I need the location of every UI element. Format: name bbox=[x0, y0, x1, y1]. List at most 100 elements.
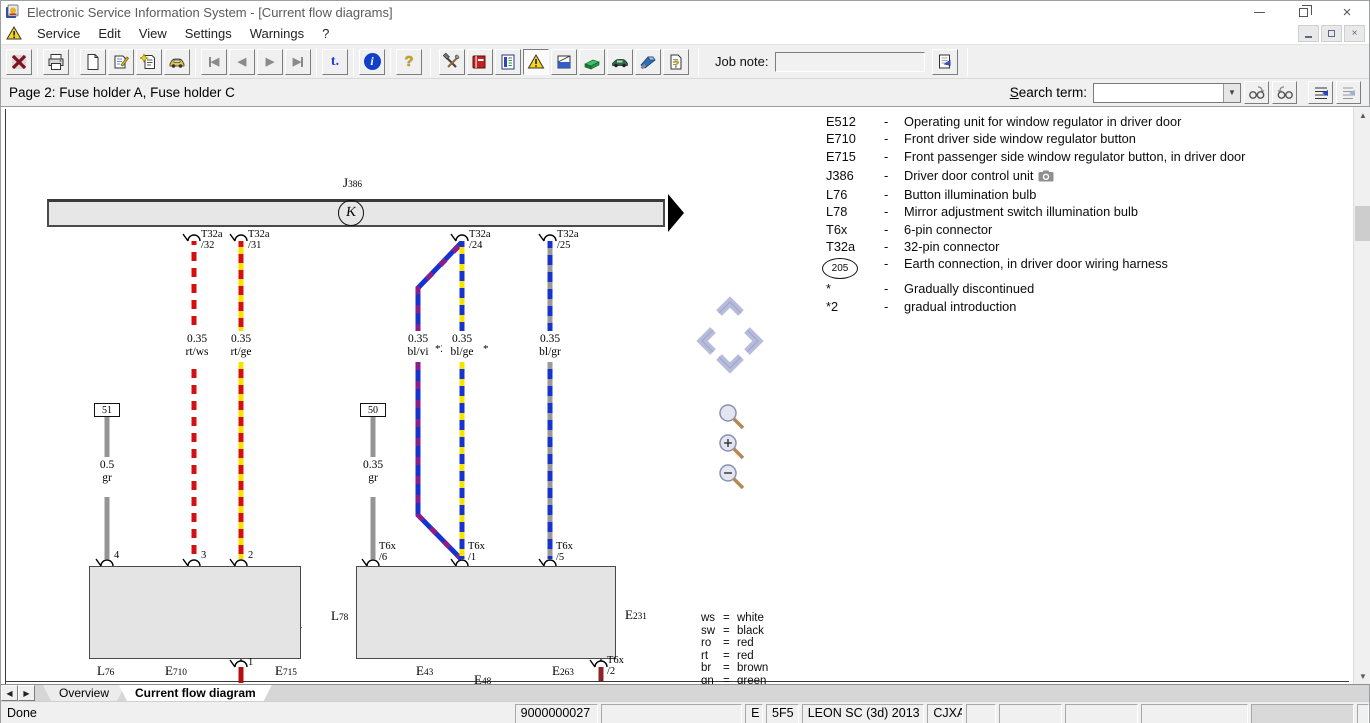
pin-label: T6x/5 bbox=[556, 541, 573, 563]
info-icon: i bbox=[364, 53, 381, 70]
previous-page-button[interactable]: ◀ bbox=[229, 49, 255, 75]
wire-note: * bbox=[483, 343, 489, 355]
app-icon bbox=[5, 4, 21, 20]
toolbar-separator bbox=[430, 48, 431, 76]
next-page-button[interactable]: ▶ bbox=[257, 49, 283, 75]
chevron-down-icon: ▼ bbox=[1228, 88, 1236, 97]
terms-button[interactable]: t. bbox=[322, 49, 348, 75]
search-previous-button[interactable] bbox=[1272, 81, 1297, 104]
repair-tools-button[interactable] bbox=[439, 49, 465, 75]
pin-number: 3 bbox=[201, 550, 206, 561]
mdi-restore-button[interactable] bbox=[1321, 25, 1342, 42]
scroll-down-button[interactable]: ▼ bbox=[1354, 668, 1370, 684]
help-icon: ? bbox=[404, 53, 413, 70]
wire-label: 0.35bl/gr bbox=[530, 333, 570, 358]
svg-text:?: ? bbox=[673, 59, 679, 70]
goto-next-hit-button[interactable] bbox=[1336, 81, 1361, 104]
query-document-button[interactable]: ? bbox=[663, 49, 689, 75]
goto-hitlist-button[interactable] bbox=[1308, 81, 1333, 104]
manual-button[interactable] bbox=[467, 49, 493, 75]
menu-service[interactable]: Service bbox=[28, 24, 89, 43]
scroll-up-icon: ▲ bbox=[1359, 111, 1367, 120]
tab-scroll-right-button[interactable]: ▶ bbox=[18, 685, 35, 701]
status-field bbox=[601, 704, 742, 723]
scroll-down-icon: ▼ bbox=[1359, 672, 1367, 681]
green-book-icon bbox=[583, 53, 601, 71]
close-button[interactable]: × bbox=[1325, 1, 1369, 23]
toolbar-separator bbox=[967, 48, 968, 76]
exit-button[interactable] bbox=[6, 49, 32, 75]
status-message: Done bbox=[1, 704, 512, 723]
component-box-door-switches bbox=[89, 566, 301, 659]
current-flow-diagrams-button[interactable] bbox=[523, 49, 549, 75]
document-warning-icon bbox=[6, 26, 22, 41]
wire-label: 0.35gr bbox=[353, 459, 393, 484]
vehicle-button[interactable] bbox=[164, 49, 190, 75]
document-list-button[interactable] bbox=[495, 49, 521, 75]
tab-overview[interactable]: Overview bbox=[43, 685, 125, 701]
first-page-icon: ◀ bbox=[209, 55, 219, 68]
menu-settings[interactable]: Settings bbox=[176, 24, 241, 43]
status-field bbox=[1251, 704, 1354, 723]
search-term-input[interactable] bbox=[1094, 84, 1223, 102]
component-label-e48: E48 bbox=[474, 672, 491, 684]
tab-bar: ◀ ▶ Overview Current flow diagram bbox=[1, 684, 1369, 701]
restore-button[interactable] bbox=[1281, 1, 1325, 23]
job-note-edit-button[interactable] bbox=[932, 49, 958, 75]
new-document-button[interactable] bbox=[80, 49, 106, 75]
toolbar-separator bbox=[390, 48, 391, 76]
scrollbar-thumb[interactable] bbox=[1355, 206, 1370, 241]
first-page-button[interactable]: ◀ bbox=[201, 49, 227, 75]
search-term-combobox[interactable]: ▼ bbox=[1093, 83, 1241, 103]
scroll-up-button[interactable]: ▲ bbox=[1354, 107, 1370, 123]
legend-row: E710-Front driver side window regulator … bbox=[826, 131, 1271, 148]
new-note-button[interactable] bbox=[136, 49, 162, 75]
vertical-scrollbar[interactable]: ▲ ▼ bbox=[1353, 107, 1370, 684]
menu-edit[interactable]: Edit bbox=[89, 24, 129, 43]
diagram-canvas[interactable]: J386 K bbox=[1, 107, 1349, 684]
vehicle-icon bbox=[168, 53, 186, 71]
binoculars-down-icon bbox=[1248, 85, 1266, 101]
menu-help[interactable]: ? bbox=[313, 24, 338, 43]
print-button[interactable] bbox=[43, 49, 69, 75]
minimize-button[interactable] bbox=[1237, 1, 1281, 23]
help-button[interactable]: ? bbox=[396, 49, 422, 75]
mdi-close-button[interactable]: × bbox=[1344, 25, 1365, 42]
edit-document-button[interactable] bbox=[108, 49, 134, 75]
pin-label: T6x/6 bbox=[379, 541, 396, 563]
camera-icon[interactable] bbox=[1038, 170, 1054, 185]
terminal-51-box: 51 bbox=[94, 403, 120, 417]
info-button[interactable]: i bbox=[359, 49, 385, 75]
legend-row: *-Gradually discontinued bbox=[826, 281, 1271, 298]
job-note-input[interactable] bbox=[775, 52, 925, 72]
status-field bbox=[1065, 704, 1138, 723]
legend-row: T32a-32-pin connector bbox=[826, 239, 1271, 256]
info-bar: Page 2: Fuse holder A, Fuse holder C Sea… bbox=[1, 79, 1369, 107]
menu-warnings[interactable]: Warnings bbox=[241, 24, 313, 43]
menu-view[interactable]: View bbox=[130, 24, 176, 43]
status-engine-code: E bbox=[745, 704, 763, 723]
wire-label: 0.35rt/ws bbox=[177, 333, 217, 358]
legend-row: 205-Earth connection, in driver door wir… bbox=[826, 256, 1271, 281]
next-page-icon: ▶ bbox=[266, 55, 274, 68]
binoculars-up-icon bbox=[1276, 85, 1294, 101]
body-repair-button[interactable] bbox=[635, 49, 661, 75]
tab-scroll-left-button[interactable]: ◀ bbox=[1, 685, 18, 701]
component-label-l76: L76 bbox=[97, 663, 114, 679]
mdi-restore-icon bbox=[1328, 30, 1335, 37]
print-icon bbox=[47, 53, 65, 71]
combo-dropdown-button[interactable]: ▼ bbox=[1223, 84, 1240, 102]
tab-prev-icon: ◀ bbox=[6, 689, 12, 698]
legend-row: L76-Button illumination bulb bbox=[826, 187, 1271, 204]
last-page-button[interactable]: ▶ bbox=[285, 49, 311, 75]
legend-row: E512-Operating unit for window regulator… bbox=[826, 114, 1271, 131]
vehicle-data-button[interactable] bbox=[607, 49, 633, 75]
maintenance-button[interactable] bbox=[579, 49, 605, 75]
component-locations-button[interactable] bbox=[551, 49, 577, 75]
search-next-button[interactable] bbox=[1244, 81, 1269, 104]
tab-current-flow-diagram[interactable]: Current flow diagram bbox=[119, 685, 272, 701]
last-page-icon: ▶ bbox=[293, 55, 303, 68]
warning-triangle-icon bbox=[527, 53, 545, 71]
wire-label: 0.35bl/vi bbox=[398, 333, 438, 358]
mdi-minimize-button[interactable] bbox=[1298, 25, 1319, 42]
